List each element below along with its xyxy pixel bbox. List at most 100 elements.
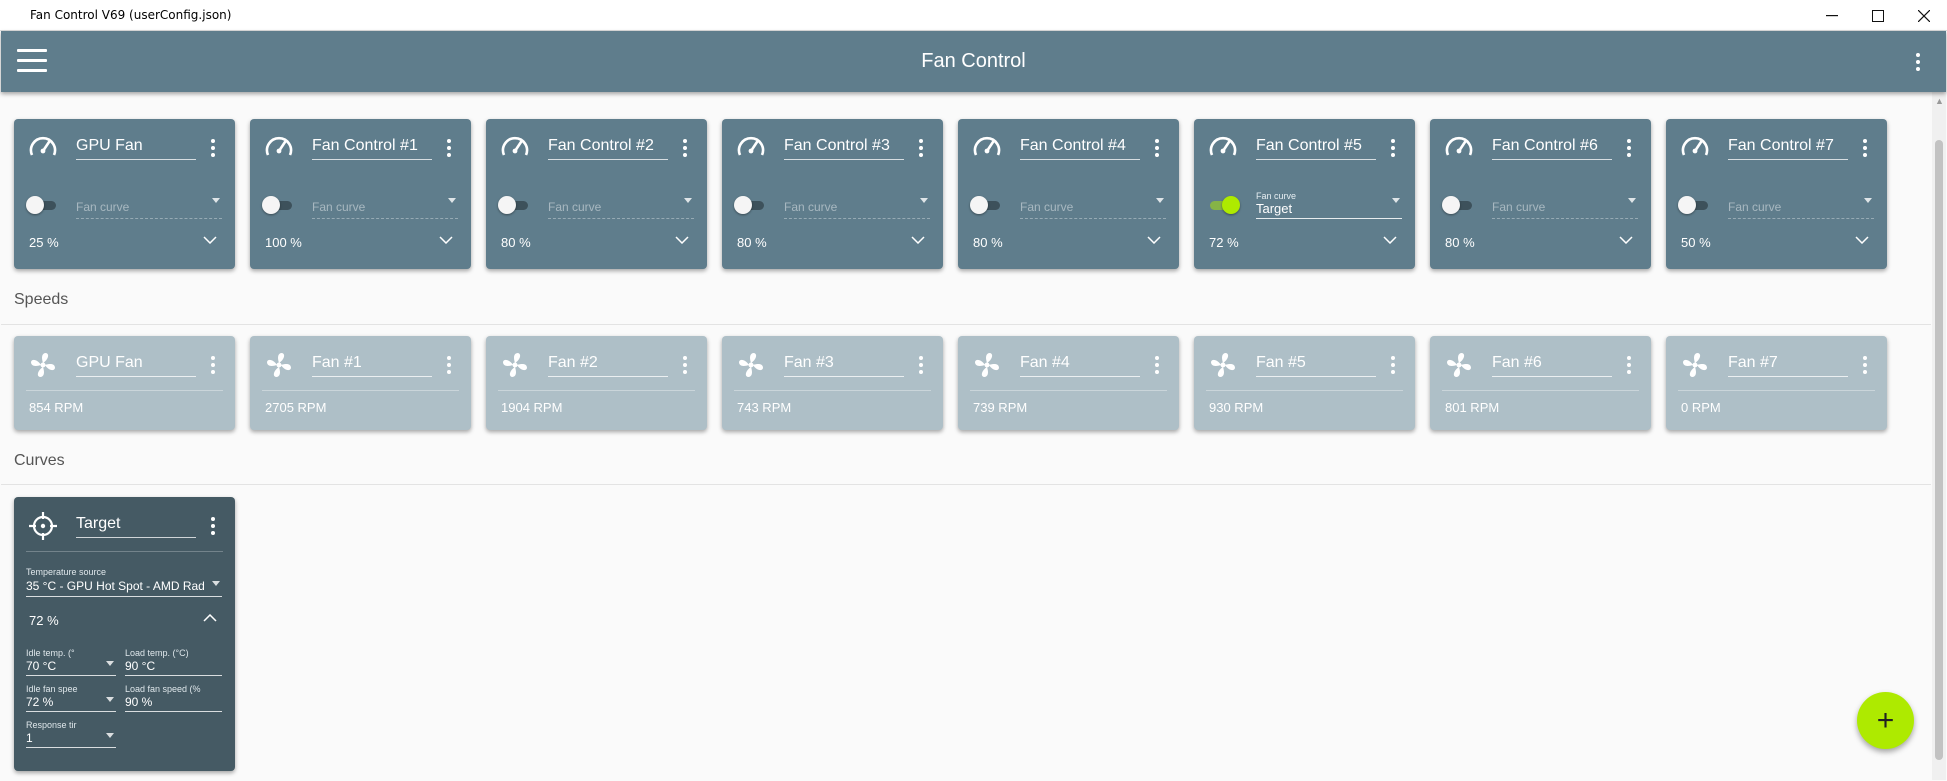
- close-icon: [1918, 9, 1930, 22]
- enable-toggle[interactable]: [1206, 196, 1240, 214]
- enable-toggle[interactable]: [26, 196, 60, 214]
- fan-curve-select[interactable]: Fan curve: [1020, 191, 1166, 219]
- control-name[interactable]: Fan Control #6: [1492, 137, 1612, 160]
- fan-name[interactable]: GPU Fan: [76, 354, 196, 377]
- more-vert-icon[interactable]: [1391, 139, 1395, 160]
- fan-name[interactable]: Fan #4: [1020, 354, 1140, 377]
- fan-curve-select[interactable]: Fan curve: [1492, 191, 1638, 219]
- hamburger-icon[interactable]: [17, 49, 47, 73]
- fan-name[interactable]: Fan #7: [1728, 354, 1848, 377]
- fan-name[interactable]: Fan #2: [548, 354, 668, 377]
- fan-curve-select[interactable]: Fan curve: [548, 191, 694, 219]
- close-button[interactable]: [1901, 0, 1947, 31]
- idle-fan-speed-select[interactable]: Idle fan spee 72 %: [26, 684, 116, 712]
- fan-speed-card[interactable]: Fan #6 801 RPM: [1430, 336, 1651, 430]
- fan-curve-select[interactable]: Fan curve: [784, 191, 930, 219]
- fan-control-card[interactable]: Fan Control #2 Fan curve 80 %: [486, 119, 707, 269]
- chevron-down-icon[interactable]: [675, 236, 689, 244]
- more-vert-icon[interactable]: [683, 356, 687, 377]
- load-fan-speed-input[interactable]: Load fan speed (% 90 %: [125, 684, 222, 712]
- more-vert-icon[interactable]: [919, 139, 923, 160]
- more-vert-icon[interactable]: [1863, 139, 1867, 160]
- more-vert-icon[interactable]: [1916, 53, 1920, 74]
- control-name[interactable]: GPU Fan: [76, 137, 196, 160]
- more-vert-icon[interactable]: [211, 139, 215, 160]
- more-vert-icon[interactable]: [683, 139, 687, 160]
- chevron-down-icon[interactable]: [1855, 236, 1869, 244]
- fan-name[interactable]: Fan #5: [1256, 354, 1376, 377]
- enable-toggle[interactable]: [970, 196, 1004, 214]
- more-vert-icon[interactable]: [1391, 356, 1395, 377]
- fan-curve-select[interactable]: Fan curve: [76, 191, 222, 219]
- curve-name[interactable]: Target: [76, 515, 196, 538]
- card-header: Fan Control #1: [264, 133, 461, 165]
- scroll-up-icon[interactable]: ▲: [1935, 96, 1944, 106]
- control-name[interactable]: Fan Control #5: [1256, 137, 1376, 160]
- chevron-down-icon[interactable]: [1147, 236, 1161, 244]
- divider: [1442, 390, 1639, 391]
- fan-icon: [267, 353, 291, 377]
- more-vert-icon[interactable]: [1627, 356, 1631, 377]
- more-vert-icon[interactable]: [1863, 356, 1867, 377]
- more-vert-icon[interactable]: [1627, 139, 1631, 160]
- vertical-scrollbar[interactable]: ▲: [1932, 92, 1946, 780]
- maximize-button[interactable]: [1855, 0, 1901, 31]
- enable-toggle[interactable]: [734, 196, 768, 214]
- fan-speed-card[interactable]: Fan #3 743 RPM: [722, 336, 943, 430]
- chevron-down-icon[interactable]: [439, 236, 453, 244]
- add-button[interactable]: +: [1857, 692, 1914, 749]
- chevron-down-icon[interactable]: [1383, 236, 1397, 244]
- more-vert-icon[interactable]: [447, 356, 451, 377]
- temperature-source-select[interactable]: Temperature source 35 °C - GPU Hot Spot …: [26, 567, 222, 597]
- more-vert-icon[interactable]: [211, 517, 215, 538]
- control-name[interactable]: Fan Control #2: [548, 137, 668, 160]
- scrollbar-thumb[interactable]: [1935, 140, 1943, 760]
- fan-control-card[interactable]: Fan Control #4 Fan curve 80 %: [958, 119, 1179, 269]
- more-vert-icon[interactable]: [1155, 139, 1159, 160]
- fan-name[interactable]: Fan #3: [784, 354, 904, 377]
- fan-control-card[interactable]: Fan Control #5 Fan curve Target 72 %: [1194, 119, 1415, 269]
- fan-speed-card[interactable]: Fan #4 739 RPM: [958, 336, 1179, 430]
- enable-toggle[interactable]: [262, 196, 296, 214]
- fan-curve-select[interactable]: Fan curve: [1728, 191, 1874, 219]
- idle-temp-select[interactable]: Idle temp. (° 70 °C: [26, 648, 116, 676]
- control-name[interactable]: Fan Control #1: [312, 137, 432, 160]
- speedometer-icon: [29, 136, 57, 156]
- fan-speed-card[interactable]: GPU Fan 854 RPM: [14, 336, 235, 430]
- fan-control-card[interactable]: Fan Control #1 Fan curve 100 %: [250, 119, 471, 269]
- fan-speed-card[interactable]: Fan #7 0 RPM: [1666, 336, 1887, 430]
- response-time-select[interactable]: Response tir 1: [26, 720, 116, 748]
- divider: [1, 484, 1931, 485]
- more-vert-icon[interactable]: [211, 356, 215, 377]
- chevron-down-icon[interactable]: [1619, 236, 1633, 244]
- control-percent: 100 %: [265, 235, 302, 250]
- control-name[interactable]: Fan Control #3: [784, 137, 904, 160]
- chevron-up-icon[interactable]: [203, 614, 217, 622]
- fan-control-card[interactable]: Fan Control #6 Fan curve 80 %: [1430, 119, 1651, 269]
- control-name[interactable]: Fan Control #4: [1020, 137, 1140, 160]
- load-temp-input[interactable]: Load temp. (°C) 90 °C: [125, 648, 222, 676]
- fan-control-card[interactable]: Fan Control #7 Fan curve 50 %: [1666, 119, 1887, 269]
- fan-name[interactable]: Fan #1: [312, 354, 432, 377]
- enable-toggle[interactable]: [1678, 196, 1712, 214]
- more-vert-icon[interactable]: [1155, 356, 1159, 377]
- enable-toggle[interactable]: [1442, 196, 1476, 214]
- fan-speed-card[interactable]: Fan #1 2705 RPM: [250, 336, 471, 430]
- card-header: Fan #6: [1444, 350, 1641, 382]
- fan-curve-select[interactable]: Fan curve: [312, 191, 458, 219]
- fan-name[interactable]: Fan #6: [1492, 354, 1612, 377]
- fan-control-card[interactable]: Fan Control #3 Fan curve 80 %: [722, 119, 943, 269]
- chevron-down-icon[interactable]: [203, 236, 217, 244]
- dropdown-arrow-icon: [920, 198, 928, 203]
- minimize-button[interactable]: [1809, 0, 1855, 31]
- fan-control-card[interactable]: GPU Fan Fan curve 25 %: [14, 119, 235, 269]
- chevron-down-icon[interactable]: [911, 236, 925, 244]
- control-name[interactable]: Fan Control #7: [1728, 137, 1848, 160]
- fan-curve-select[interactable]: Fan curve Target: [1256, 191, 1402, 219]
- fan-speed-card[interactable]: Fan #2 1904 RPM: [486, 336, 707, 430]
- more-vert-icon[interactable]: [919, 356, 923, 377]
- more-vert-icon[interactable]: [447, 139, 451, 160]
- enable-toggle[interactable]: [498, 196, 532, 214]
- fan-speed-card[interactable]: Fan #5 930 RPM: [1194, 336, 1415, 430]
- curve-card[interactable]: Target Temperature source 35 °C - GPU Ho…: [14, 497, 235, 771]
